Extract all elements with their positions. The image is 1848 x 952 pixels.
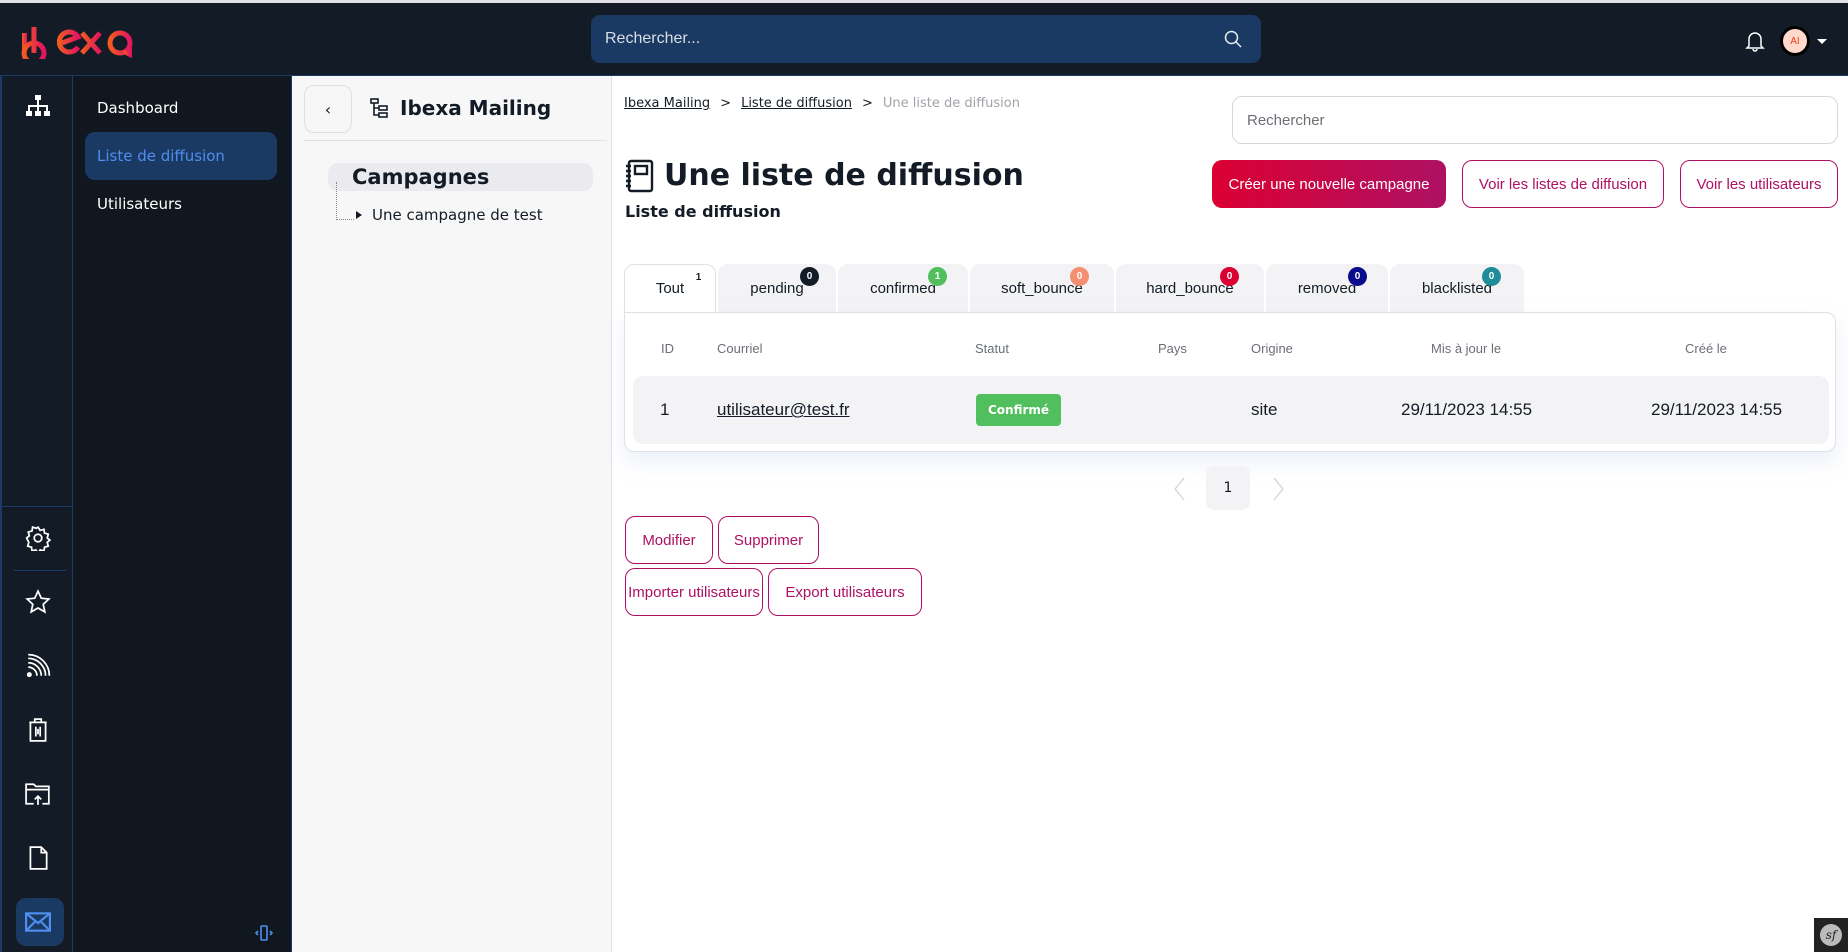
- rail-divider: [14, 570, 66, 571]
- tab-label: soft_bounce: [1001, 279, 1083, 297]
- page-subtitle: Liste de diffusion: [625, 202, 781, 221]
- tab-label: pending: [750, 279, 804, 297]
- tab-count-badge: 0: [1070, 267, 1089, 286]
- column-header-origine: Origine: [1251, 341, 1293, 356]
- tab-label: Tout: [655, 280, 685, 297]
- collapse-tree-button[interactable]: ‹: [304, 85, 352, 133]
- create-campaign-button[interactable]: Créer une nouvelle campagne: [1212, 160, 1446, 208]
- page-title-text: Une liste de diffusion: [664, 158, 1024, 193]
- breadcrumb-separator: >: [720, 96, 732, 111]
- notebook-icon: [626, 159, 654, 192]
- user-avatar[interactable]: AI: [1780, 26, 1810, 56]
- tab-count-badge: 1: [928, 267, 947, 286]
- tab-removed[interactable]: removed 0: [1266, 264, 1388, 312]
- view-users-button[interactable]: Voir les utilisateurs: [1680, 160, 1838, 208]
- chevron-down-icon[interactable]: [1817, 39, 1827, 44]
- import-users-button[interactable]: Importer utilisateurs: [625, 568, 763, 616]
- breadcrumb-separator: >: [861, 96, 873, 111]
- folder-upload-icon[interactable]: [24, 780, 52, 808]
- tab-label: blacklisted: [1421, 279, 1493, 297]
- tab-label: removed: [1297, 279, 1357, 297]
- expand-triangle-icon[interactable]: [356, 211, 362, 219]
- search-icon[interactable]: [1223, 29, 1243, 49]
- content-tree: ‹ Ibexa Mailing Campagnes Une campagne d…: [292, 76, 612, 952]
- tab-blacklisted[interactable]: blacklisted 0: [1390, 264, 1524, 312]
- sidebar: Dashboard Liste de diffusion Utilisateur…: [73, 76, 292, 952]
- cell-origin: site: [1251, 400, 1278, 419]
- rail-divider: [2, 506, 75, 507]
- top-bar: AI: [0, 3, 1848, 76]
- status-badge: Confirmé: [976, 394, 1062, 426]
- ibexa-logo[interactable]: [20, 23, 138, 59]
- tree-node[interactable]: Une campagne de test: [356, 206, 543, 224]
- tree-title-text: Ibexa Mailing: [400, 96, 552, 120]
- breadcrumb-link[interactable]: Liste de diffusion: [741, 96, 852, 111]
- column-header-mis-a-jour: Mis à jour le: [1431, 341, 1502, 356]
- status-tabs: Tout 1 pending 0 confirmed 1 soft_bounce 0 h…: [624, 264, 1836, 312]
- edit-button[interactable]: Modifier: [625, 516, 713, 564]
- sidebar-item-liste-de-diffusion[interactable]: Liste de diffusion: [85, 132, 277, 180]
- rss-icon[interactable]: [24, 652, 52, 680]
- export-users-button[interactable]: Export utilisateurs: [768, 568, 922, 616]
- subscribers-table: ID Courriel Statut Pays Origine Mis à jo…: [624, 312, 1836, 452]
- chevron-right-icon[interactable]: [1270, 476, 1286, 502]
- file-icon[interactable]: [24, 844, 52, 872]
- tab-count-badge: 1: [689, 268, 708, 287]
- cell-id: 1: [660, 400, 670, 419]
- tab-soft-bounce[interactable]: soft_bounce 0: [970, 264, 1114, 312]
- cell-email: utilisateur@test.fr: [717, 400, 850, 420]
- tab-tout[interactable]: Tout 1: [624, 264, 716, 312]
- global-search[interactable]: [591, 15, 1261, 63]
- tab-confirmed[interactable]: confirmed 1: [838, 264, 968, 312]
- cell-created: 29/11/2023 14:55: [1651, 400, 1783, 419]
- bell-icon[interactable]: [1745, 30, 1765, 52]
- email-link[interactable]: utilisateur@test.fr: [717, 400, 850, 419]
- column-header-courriel: Courriel: [717, 341, 763, 356]
- table-row[interactable]: 1 utilisateur@test.fr Confirmé site 29/1…: [633, 376, 1829, 444]
- chevron-left-icon[interactable]: [1172, 476, 1188, 502]
- global-search-input[interactable]: [605, 30, 1223, 48]
- tab-count-badge: 0: [1348, 267, 1367, 286]
- tab-pending[interactable]: pending 0: [718, 264, 836, 312]
- page-title: Une liste de diffusion: [624, 158, 1024, 193]
- tree-icon: [370, 98, 388, 118]
- breadcrumb-current: Une liste de diffusion: [882, 96, 1020, 111]
- tab-count-badge: 0: [800, 267, 819, 286]
- tree-title: Ibexa Mailing: [370, 96, 551, 120]
- trash-icon[interactable]: [24, 716, 52, 744]
- tab-label: hard_bounce: [1146, 279, 1234, 297]
- symfony-toolbar-icon[interactable]: sf: [1814, 918, 1848, 952]
- mail-icon[interactable]: [24, 908, 52, 936]
- tree-section-campagnes[interactable]: Campagnes: [328, 163, 593, 191]
- sidebar-item-dashboard[interactable]: Dashboard: [85, 84, 277, 132]
- cell-updated: 29/11/2023 14:55: [1401, 400, 1533, 419]
- delete-button[interactable]: Supprimer: [718, 516, 819, 564]
- page-search-input[interactable]: [1232, 96, 1838, 144]
- column-header-cree: Créé le: [1685, 341, 1727, 356]
- collapse-toggle-icon[interactable]: [253, 922, 275, 944]
- sitemap-icon[interactable]: [24, 92, 52, 120]
- gear-icon[interactable]: [24, 524, 52, 552]
- tab-label: confirmed: [870, 279, 936, 297]
- column-header-statut: Statut: [975, 341, 1009, 356]
- icon-rail: [0, 76, 75, 952]
- tab-count-badge: 0: [1220, 267, 1239, 286]
- column-header-pays: Pays: [1158, 341, 1187, 356]
- breadcrumb-link[interactable]: Ibexa Mailing: [624, 96, 710, 111]
- breadcrumb: Ibexa Mailing > Liste de diffusion > Une…: [624, 96, 1020, 111]
- divider: [304, 140, 607, 141]
- main-content: Ibexa Mailing > Liste de diffusion > Une…: [612, 76, 1848, 952]
- sidebar-item-utilisateurs[interactable]: Utilisateurs: [85, 180, 277, 228]
- tree-node-label: Une campagne de test: [372, 206, 543, 224]
- tree-connector: [336, 182, 354, 220]
- tab-hard-bounce[interactable]: hard_bounce 0: [1116, 264, 1264, 312]
- star-icon[interactable]: [24, 588, 52, 616]
- view-lists-button[interactable]: Voir les listes de diffusion: [1462, 160, 1664, 208]
- page-button[interactable]: 1: [1206, 466, 1250, 510]
- column-header-id: ID: [661, 341, 674, 356]
- tab-count-badge: 0: [1482, 267, 1501, 286]
